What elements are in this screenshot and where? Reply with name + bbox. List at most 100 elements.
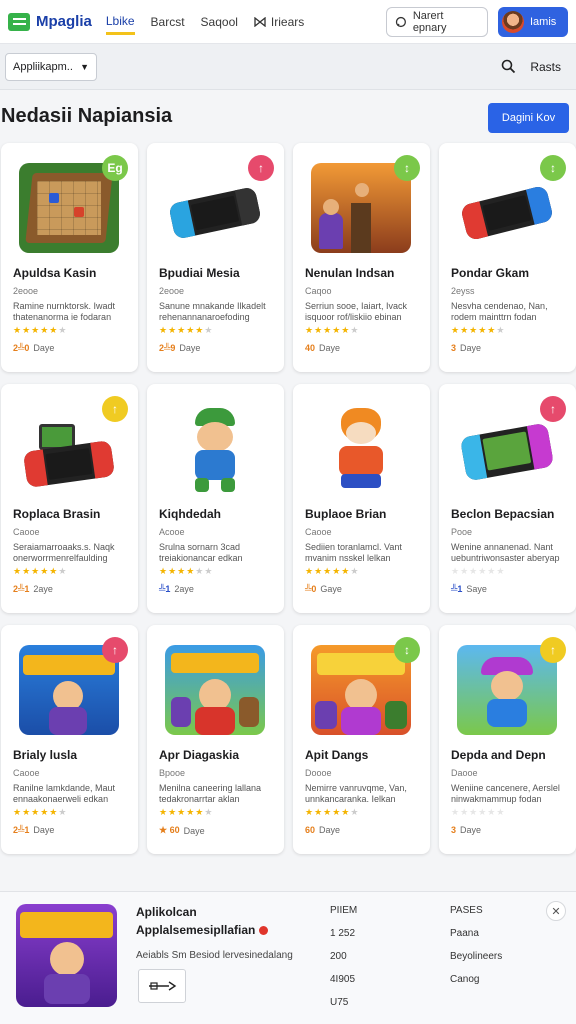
footer-label: Daye	[183, 825, 205, 836]
badge-icon[interactable]: ↕	[394, 637, 420, 663]
app-title: Kiqhdedah	[159, 507, 221, 521]
app-footer: 3 Daye	[451, 825, 481, 835]
app-subtitle: Daooe	[451, 768, 478, 778]
app-description: Serriun sooe, Iaiart, Ivack isquoor rof/…	[305, 301, 408, 322]
star-rating: ★★★★★★	[159, 566, 214, 576]
app-footer: ╩1 Saye	[451, 584, 487, 594]
app-footer: ★ 60 Daye	[159, 825, 205, 836]
search-icon[interactable]	[501, 59, 516, 74]
app-description: Nemirre vanruvqme, Van, unnkancaranka. I…	[305, 783, 407, 804]
key-icon	[149, 981, 177, 991]
badge-icon[interactable]: ↕	[394, 155, 420, 181]
profile-button[interactable]: Iamis	[498, 6, 568, 37]
app-title: Brialy lusla	[13, 748, 78, 762]
app-card[interactable]: Kiqhdedah Acooe Srulna sornarn 3cad trei…	[147, 384, 284, 613]
app-card[interactable]: Eg Apuldsa Kasin 2eooe Ramine nurnktorsk…	[1, 143, 138, 372]
app-card[interactable]: ↑ Bpudiai Mesia 2eooe Sanune mnakande Il…	[147, 143, 284, 372]
app-footer: 2╩9 Daye	[159, 343, 200, 353]
app-description: Wenine annanenad. Nant uebuntriwonsaster…	[451, 542, 560, 563]
app-thumbnail	[457, 404, 557, 494]
star-rating: ★★★★★★	[451, 325, 506, 335]
logo-icon	[8, 12, 30, 31]
rating-value: 60	[305, 825, 316, 835]
footer-label: Daye	[319, 825, 341, 835]
footer-label: Daye	[179, 343, 201, 353]
app-subtitle: Doooe	[305, 768, 332, 778]
close-icon[interactable]: ✕	[546, 901, 566, 921]
stats-value: U75	[330, 997, 349, 1008]
star-rating: ★★★★★★	[451, 807, 506, 817]
app-footer: ╩1 2aye	[159, 584, 194, 594]
app-footer: 3 Daye	[451, 343, 481, 353]
category-select[interactable]: Appliikapm.. ▼	[5, 52, 97, 81]
badge-icon[interactable]: ↑	[540, 396, 566, 422]
app-logo[interactable]: Mpaglia	[8, 12, 92, 31]
stats-column: PIIEM 1 252 200 4I905 U75	[330, 905, 357, 1020]
stats-value: 1 252	[330, 928, 356, 939]
key-button[interactable]	[138, 969, 186, 1003]
app-card[interactable]: ↕ Nenulan Indsan Caqoo Serriun sooe, Iai…	[293, 143, 430, 372]
badge-icon[interactable]: Eg	[102, 155, 128, 181]
app-card[interactable]: ↑ Brialy lusla Caooe Ranilne lamkdande, …	[1, 625, 138, 854]
app-grid: Eg Apuldsa Kasin 2eooe Ramine nurnktorsk…	[1, 143, 576, 854]
app-card[interactable]: ↕ Pondar Gkam 2eyss Nesvha cendenao, Nan…	[439, 143, 576, 372]
badge-icon[interactable]: ↕	[540, 155, 566, 181]
app-subtitle: 2eyss	[451, 286, 475, 296]
app-title: Apr Diagaskia	[159, 748, 240, 762]
footer-label: Daye	[33, 825, 55, 835]
star-rating: ★★★★★★	[305, 807, 360, 817]
app-title: Roplaca Brasin	[13, 507, 101, 521]
app-thumbnail	[19, 404, 119, 494]
app-card[interactable]: ↑ Roplaca Brasin Caooe Seraiamarroaaks.s…	[1, 384, 138, 613]
app-thumbnail	[311, 404, 411, 494]
primary-action-button[interactable]: Dagini Kov	[488, 103, 569, 133]
app-thumbnail	[457, 163, 557, 253]
app-thumbnail	[311, 163, 411, 253]
detail-title: Aplikolcan	[136, 905, 197, 919]
app-title: Beclon Bepacsian	[451, 507, 555, 521]
detail-subtitle: Applalsemesipllafian	[136, 923, 269, 937]
app-card[interactable]: Buplaoe Brian Caooe Sediien toranlamcl. …	[293, 384, 430, 613]
app-description: Sediien toranlamcl. Vant mvanim nsskel l…	[305, 542, 402, 563]
app-subtitle: 2eooe	[13, 286, 39, 296]
rating-value: ★ 60	[159, 825, 180, 835]
app-card[interactable]: ↑ Depda and Depn Daooe Weniine cancenere…	[439, 625, 576, 854]
app-footer: 40 Daye	[305, 343, 340, 353]
footer-label: 2aye	[174, 584, 194, 594]
star-rating: ★★★★★★	[305, 566, 360, 576]
avatar	[502, 10, 524, 33]
app-title: Bpudiai Mesia	[159, 266, 240, 280]
rating-value: 2╩1	[13, 825, 30, 835]
top-nav: Mpaglia Lbike Barcst Saqool Iriears Nare…	[0, 0, 576, 44]
star-rating: ★★★★★★	[305, 325, 360, 335]
pages-link[interactable]: Beyolineers	[450, 951, 502, 974]
badge-icon[interactable]: ↑	[102, 396, 128, 422]
app-description: Menilna caneering lallana tedakronarrtar…	[159, 783, 262, 804]
badge-icon[interactable]: ↑	[248, 155, 274, 181]
pages-link[interactable]: Paana	[450, 928, 502, 951]
tab-iriears[interactable]: Iriears	[254, 9, 304, 35]
app-description: Sanune mnakande Ilkadelt rehenannanaroef…	[159, 301, 266, 322]
tab-lbike[interactable]: Lbike	[105, 8, 135, 35]
badge-icon[interactable]: ↑	[102, 637, 128, 663]
star-rating: ★★★★★★	[159, 325, 214, 335]
results-link[interactable]: Rasts	[530, 60, 561, 74]
app-card[interactable]: Apr Diagaskia Bpooe Menilna caneering la…	[147, 625, 284, 854]
app-footer: 2╩0 Daye	[13, 343, 54, 353]
app-description: Srulna sornarn 3cad treiakionancar edkan	[159, 542, 243, 563]
tab-barcst[interactable]: Barcst	[151, 9, 185, 35]
tab-saqool[interactable]: Saqool	[201, 9, 238, 35]
chevron-down-icon: ▼	[80, 61, 89, 72]
rating-value: 2╩9	[159, 343, 176, 353]
app-card[interactable]: ↕ Apit Dangs Doooe Nemirre vanruvqme, Va…	[293, 625, 430, 854]
chat-search-icon	[395, 16, 406, 27]
rating-value: ╩1	[451, 584, 463, 594]
search-button[interactable]: Narert epnary	[386, 6, 488, 37]
bowtie-icon	[254, 16, 266, 27]
app-description: Seraiamarroaaks.s. Naqk onerworrmenrelfa…	[13, 542, 115, 563]
badge-icon[interactable]: ↑	[540, 637, 566, 663]
pages-link[interactable]: Canog	[450, 974, 502, 997]
app-card[interactable]: ↑ Beclon Bepacsian Pooe Wenine annanenad…	[439, 384, 576, 613]
star-rating: ★★★★★★	[13, 807, 68, 817]
pages-header: PASES	[450, 905, 483, 916]
